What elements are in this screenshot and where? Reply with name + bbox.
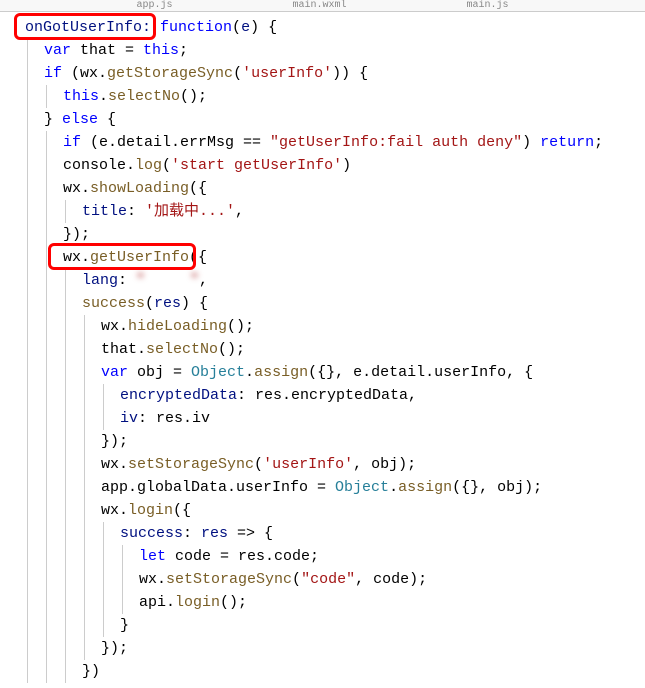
code-line: } else { [6, 108, 639, 131]
code-line: if (e.detail.errMsg == "getUserInfo:fail… [6, 131, 639, 154]
code-line: var that = this; [6, 39, 639, 62]
code-line: } [6, 614, 639, 637]
code-line: wx.login({ [6, 499, 639, 522]
code-line: app.globalData.userInfo = Object.assign(… [6, 476, 639, 499]
code-line: }) [6, 660, 639, 683]
code-line: api.login(); [6, 591, 639, 614]
code-editor[interactable]: onGotUserInfo: function(e) { var that = … [0, 12, 645, 687]
code-line: that.selectNo(); [6, 338, 639, 361]
code-line: }); [6, 223, 639, 246]
code-line: }); [6, 430, 639, 453]
code-line: iv: res.iv [6, 407, 639, 430]
code-line: wx.setStorageSync('userInfo', obj); [6, 453, 639, 476]
tab-main-js[interactable]: main.js [467, 0, 509, 11]
code-line: wx.setStorageSync("code", code); [6, 568, 639, 591]
tab-main-wxml[interactable]: main.wxml [292, 0, 346, 11]
code-line: if (wx.getStorageSync('userInfo')) { [6, 62, 639, 85]
tab-bar: app.js main.wxml main.js [0, 0, 645, 12]
code-line: var obj = Object.assign({}, e.detail.use… [6, 361, 639, 384]
code-line: encryptedData: res.encryptedData, [6, 384, 639, 407]
code-line: }); [6, 637, 639, 660]
tab-app[interactable]: app.js [136, 0, 172, 11]
code-line: let code = res.code; [6, 545, 639, 568]
code-line: success: res => { [6, 522, 639, 545]
code-line: wx.hideLoading(); [6, 315, 639, 338]
code-line: lang: " ", [6, 269, 639, 292]
code-line: title: '加载中...', [6, 200, 639, 223]
code-line: this.selectNo(); [6, 85, 639, 108]
code-line: wx.getUserInfo({ [6, 246, 639, 269]
code-line: onGotUserInfo: function(e) { [6, 16, 639, 39]
code-line: wx.showLoading({ [6, 177, 639, 200]
code-line: success(res) { [6, 292, 639, 315]
code-line: console.log('start getUserInfo') [6, 154, 639, 177]
